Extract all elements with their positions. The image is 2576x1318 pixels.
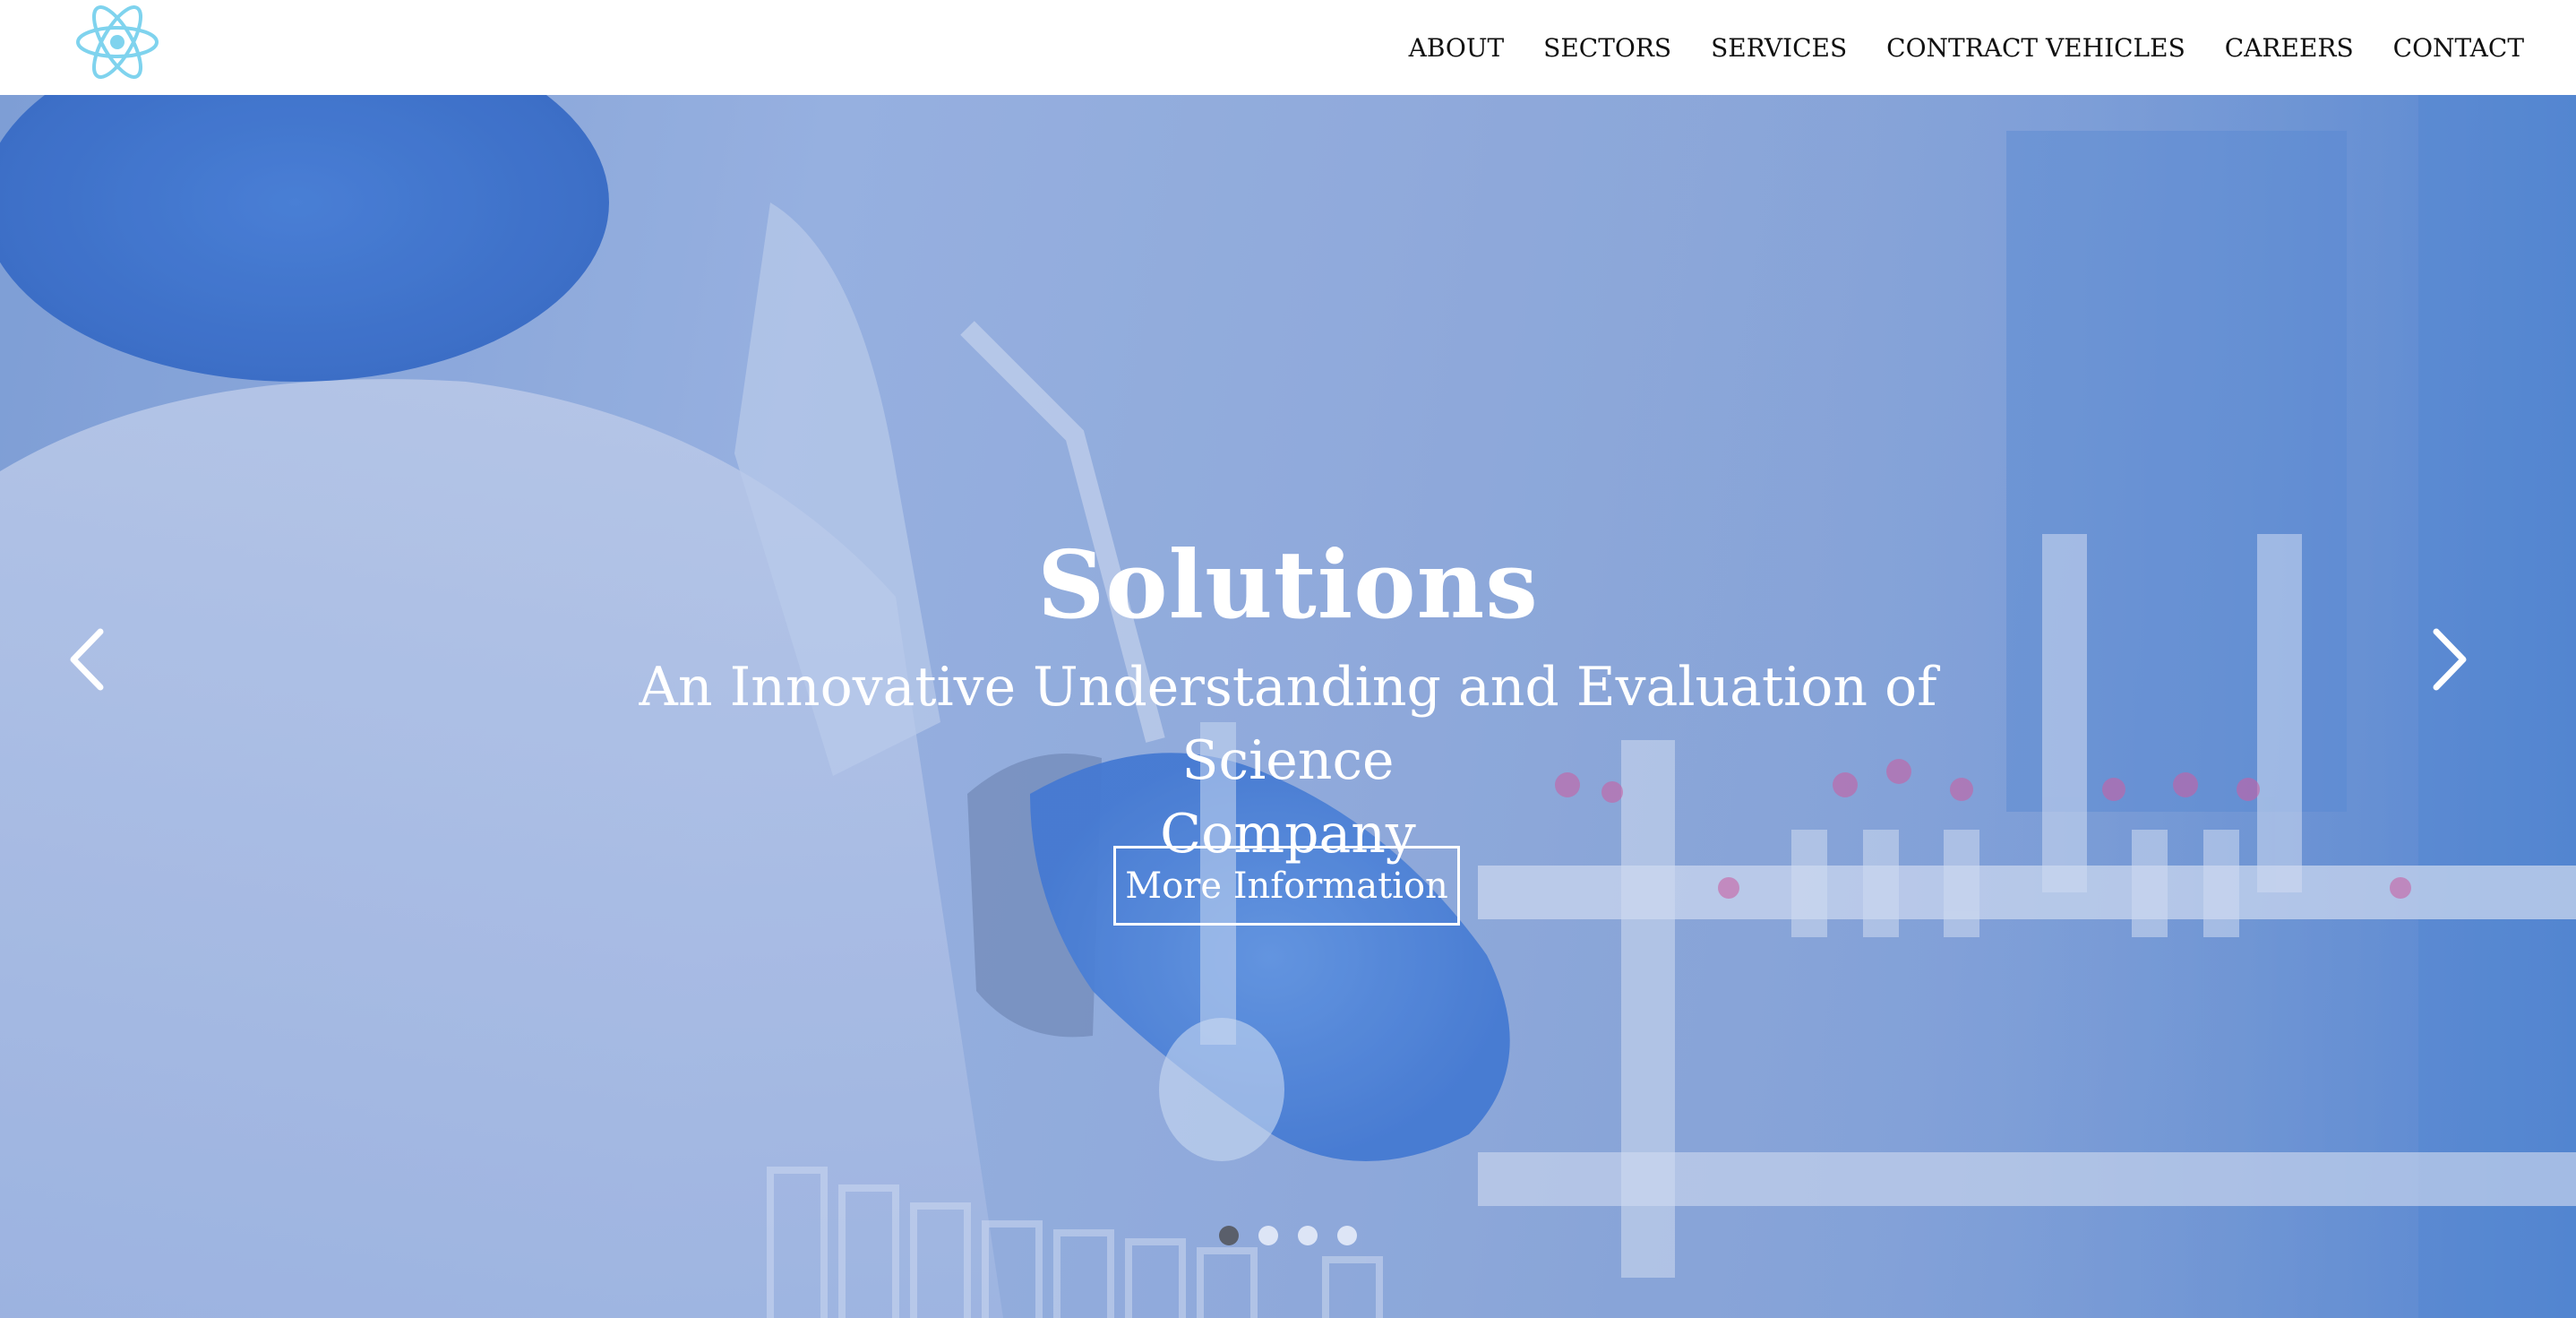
chevron-left-icon[interactable] xyxy=(59,619,113,700)
hero-subtitle-line-1: An Innovative Understanding and Evaluati… xyxy=(639,656,1937,792)
carousel-dot-1[interactable] xyxy=(1219,1226,1239,1245)
chevron-right-icon[interactable] xyxy=(2424,619,2477,700)
carousel-dot-3[interactable] xyxy=(1298,1226,1318,1245)
carousel-indicators xyxy=(0,1226,2576,1245)
carousel-dot-4[interactable] xyxy=(1337,1226,1357,1245)
site-header: ABOUT SECTORS SERVICES CONTRACT VEHICLES… xyxy=(0,0,2576,95)
hero-subtitle: An Innovative Understanding and Evaluati… xyxy=(571,650,2005,871)
nav-contract-vehicles[interactable]: CONTRACT VEHICLES xyxy=(1886,33,2185,63)
nav-contact[interactable]: CONTACT xyxy=(2393,33,2524,63)
nav-services[interactable]: SERVICES xyxy=(1711,33,1847,63)
hero-title: Solutions xyxy=(1037,530,1539,640)
more-information-button[interactable]: More Information xyxy=(1113,846,1460,926)
nav-careers[interactable]: CAREERS xyxy=(2225,33,2354,63)
hero-carousel: Solutions An Innovative Understanding an… xyxy=(0,95,2576,1318)
main-nav: ABOUT SECTORS SERVICES CONTRACT VEHICLES… xyxy=(1409,0,2524,95)
carousel-dot-2[interactable] xyxy=(1258,1226,1278,1245)
atom-icon[interactable] xyxy=(75,5,159,79)
nav-about[interactable]: ABOUT xyxy=(1409,33,1505,63)
nav-sectors[interactable]: SECTORS xyxy=(1543,33,1671,63)
